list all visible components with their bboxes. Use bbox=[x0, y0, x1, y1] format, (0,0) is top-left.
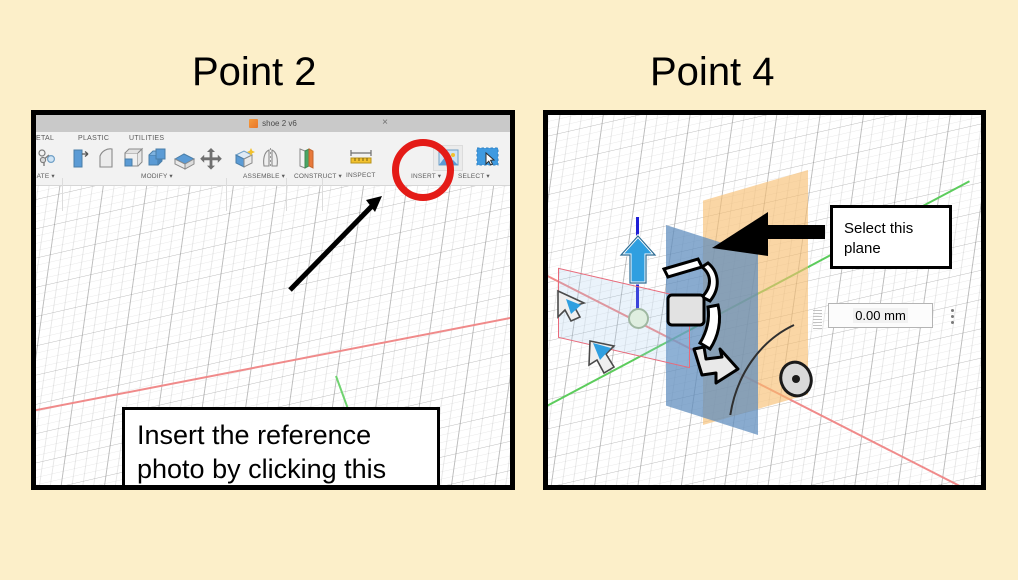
group-label-construct[interactable]: CONSTRUCT ▾ bbox=[294, 172, 342, 180]
toolbar-separator bbox=[62, 178, 63, 211]
canvas-drag-arrow-bottom[interactable] bbox=[584, 337, 622, 390]
mirror-icon[interactable] bbox=[258, 146, 284, 171]
new-component-icon[interactable] bbox=[232, 146, 258, 171]
close-icon[interactable]: × bbox=[382, 116, 388, 130]
app-logo-icon bbox=[249, 119, 259, 128]
group-label-select[interactable]: SELECT ▾ bbox=[458, 172, 490, 180]
fillet-icon[interactable] bbox=[94, 146, 120, 171]
distance-value: 0.00 mm bbox=[853, 308, 908, 323]
shell-icon[interactable] bbox=[120, 146, 146, 171]
combine-icon[interactable] bbox=[146, 146, 172, 171]
cad-viewport-right[interactable]: 0.00 mm bbox=[548, 115, 981, 485]
tab-utilities[interactable]: UTILITIES bbox=[129, 135, 164, 142]
offset-face-icon[interactable] bbox=[172, 146, 198, 171]
kebab-menu-icon[interactable] bbox=[946, 305, 958, 327]
window-titlebar: shoe 2 v6 × bbox=[36, 115, 510, 132]
screenshot-panel-right: 0.00 mm Select this plane bbox=[543, 110, 986, 490]
tab-plastic[interactable]: PLASTIC bbox=[78, 135, 109, 142]
tab-sheet-metal[interactable]: ETAL bbox=[36, 135, 54, 142]
field-drag-grip[interactable] bbox=[813, 310, 822, 329]
manipulator-origin-node[interactable] bbox=[628, 308, 649, 329]
group-label-inspect[interactable]: INSPECT bbox=[346, 172, 376, 179]
panel-title-right: Point 4 bbox=[650, 50, 775, 94]
group-label-modify[interactable]: MODIFY ▾ bbox=[141, 172, 173, 180]
joint-icon[interactable] bbox=[36, 146, 60, 171]
highlight-ring-insert-button bbox=[392, 139, 454, 201]
group-label-mate[interactable]: MATE ▾ bbox=[36, 172, 55, 180]
press-pull-icon[interactable] bbox=[68, 146, 94, 171]
midplane-icon[interactable] bbox=[294, 146, 320, 171]
measure-icon[interactable] bbox=[348, 146, 374, 171]
callout-select-plane: Select this plane bbox=[830, 205, 952, 269]
toolbar-separator bbox=[322, 178, 323, 211]
group-label-assemble[interactable]: ASSEMBLE ▾ bbox=[243, 172, 285, 180]
panel-title-left: Point 2 bbox=[192, 50, 317, 94]
distance-value-field[interactable]: 0.00 mm bbox=[828, 303, 933, 328]
toolbar-separator bbox=[286, 178, 287, 211]
callout-insert-instruction: Insert the reference photo by clicking t… bbox=[122, 407, 440, 485]
toolbar-separator bbox=[226, 178, 227, 211]
window-title: shoe 2 v6 bbox=[262, 119, 297, 128]
canvas-drag-arrow-left[interactable] bbox=[554, 287, 592, 332]
move-copy-icon[interactable] bbox=[198, 146, 224, 171]
select-icon[interactable] bbox=[473, 145, 503, 171]
